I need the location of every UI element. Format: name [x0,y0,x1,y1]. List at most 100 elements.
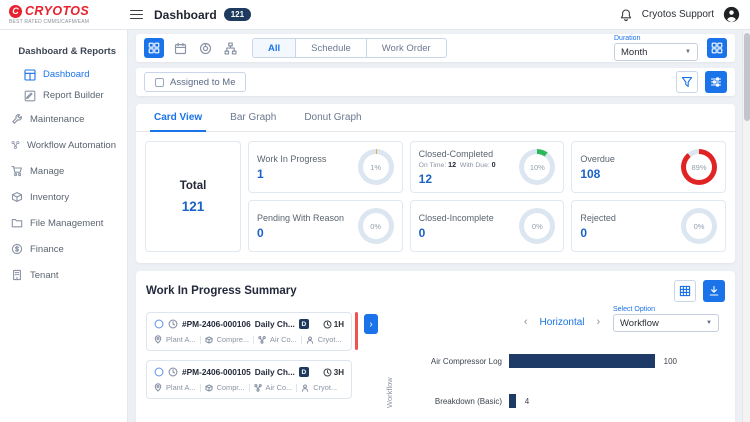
summary-cards: Total 121 Work In Progress 1 1% Closed-C… [136,132,735,263]
card-view-toggle-button[interactable] [144,38,164,58]
stat-donut: 89% [681,149,717,185]
support-link[interactable]: Cryotos Support [642,9,714,20]
donut-view-icon[interactable] [196,39,214,57]
tab-donut-graph[interactable]: Donut Graph [290,104,375,131]
team-value: Cryot... [318,335,342,344]
sidebar-item-label: Tenant [30,270,59,281]
divider [249,384,250,392]
stat-grid: Work In Progress 1 1% Closed-Completed O… [248,141,726,252]
work-order-card[interactable]: #PM-2406-000106 Daily Ch... D 1H Plant A… [146,312,352,351]
sidebar-item-label: Manage [30,166,64,177]
stat-card-pending-with-reason[interactable]: Pending With Reason 0 0% [248,200,403,252]
duration-value: 1H [323,320,344,329]
workflow-view-icon[interactable] [221,39,239,57]
divider [200,384,201,392]
logo-icon: C [9,5,22,18]
chevron-down-icon: ▼ [685,49,691,55]
stat-label: Work In Progress [257,154,326,164]
user-avatar[interactable] [723,6,740,23]
sidebar-item-label: Report Builder [43,90,104,101]
sidebar-item-label: Maintenance [30,114,84,125]
asset-value: Compr... [217,383,245,392]
chart-select-group: Select Option Workflow ▼ [613,306,719,332]
logo-text: CRYOTOS [25,4,89,18]
sidebar-item-maintenance[interactable]: Maintenance [0,106,127,132]
sidebar-item-report-builder[interactable]: Report Builder [0,85,127,106]
bar-category-label: Air Compressor Log [413,357,509,366]
workflow-branch-icon [254,384,262,392]
main-content: All Schedule Work Order Duration Month ▼… [128,30,737,422]
settings-sliders-button[interactable] [705,71,727,93]
filter-tab-all[interactable]: All [253,39,296,57]
sliders-icon [710,76,722,88]
stat-card-work-in-progress[interactable]: Work In Progress 1 1% [248,141,403,193]
bar-fill [509,394,516,408]
stat-donut: 0% [519,208,555,244]
scrollbar-thumb[interactable] [744,33,750,121]
calendar-view-icon[interactable] [171,39,189,57]
summary-panel: Card View Bar Graph Donut Graph Total 12… [136,104,735,263]
workflow-value: Air Co... [266,383,293,392]
list-scrollbar[interactable] [355,312,358,350]
filter-funnel-button[interactable] [676,71,698,93]
stat-label: Pending With Reason [257,213,344,223]
top-bar: C CRYOTOS BEST RATED CMMS/CAFM/EAM Dashb… [0,0,750,30]
stat-card-closed-completed[interactable]: Closed-Completed On Time: 12 With Due: 0… [410,141,565,193]
sidebar-item-label: Dashboard [43,69,89,80]
filter-tab-work-order[interactable]: Work Order [367,39,446,57]
chart-orientation-label: Horizontal [539,317,584,328]
stat-label: Closed-Completed [419,149,496,159]
checkbox-icon [155,78,164,87]
sidebar: Dashboard & Reports Dashboard Report Bui… [0,30,128,422]
sidebar-item-manage[interactable]: Manage [0,158,127,184]
sidebar-item-file-management[interactable]: File Management [0,210,127,236]
chevron-right-icon[interactable]: › [597,317,601,328]
duration-select-group: Duration Month ▼ [614,35,698,61]
workflow-branch-icon [258,336,266,344]
stat-subtext: On Time: 12 With Due: 0 [419,160,496,169]
sidebar-item-dashboard-reports[interactable]: Dashboard & Reports [0,38,127,64]
grid-icon [711,42,723,54]
record-count-badge: 121 [224,8,251,21]
download-button[interactable] [703,280,725,302]
sidebar-item-label: Inventory [30,192,69,203]
notifications-bell-icon[interactable] [619,8,633,22]
chevron-right-expander[interactable]: › [364,314,378,334]
apps-grid-button[interactable] [707,38,727,58]
bar-category-label: Breakdown (Basic) [413,397,509,406]
work-order-list: #PM-2406-000106 Daily Ch... D 1H Plant A… [146,312,352,399]
stat-card-closed-incomplete[interactable]: Closed-Incomplete 0 0% [410,200,565,252]
work-order-card[interactable]: #PM-2406-000105 Daily Ch... D 3H Plant A… [146,360,352,399]
download-icon [708,285,720,297]
assigned-to-me-checkbox[interactable]: Assigned to Me [144,72,246,92]
sidebar-item-dashboard[interactable]: Dashboard [0,64,127,85]
view-toolbar: All Schedule Work Order Duration Month ▼ [136,34,735,62]
table-view-button[interactable] [674,280,696,302]
sidebar-item-tenant[interactable]: Tenant [0,262,127,288]
stat-label: Rejected [580,213,616,223]
tab-card-view[interactable]: Card View [140,104,216,131]
stat-donut: 10% [519,149,555,185]
chevron-left-icon[interactable]: ‹ [524,317,528,328]
total-card[interactable]: Total 121 [145,141,241,252]
work-order-id: #PM-2406-000105 [182,367,251,377]
stat-donut: 0% [681,208,717,244]
filter-tab-schedule[interactable]: Schedule [296,39,367,57]
stat-card-rejected[interactable]: Rejected 0 0% [571,200,726,252]
stat-card-overdue[interactable]: Overdue 108 89% [571,141,726,193]
sidebar-item-finance[interactable]: Finance [0,236,127,262]
table-icon [679,285,691,297]
logo[interactable]: C CRYOTOS BEST RATED CMMS/CAFM/EAM [0,4,128,25]
chevron-down-icon: ▼ [706,320,712,326]
workflow-select[interactable]: Workflow ▼ [613,314,719,332]
bar-fill [509,354,655,368]
view-tabs: Card View Bar Graph Donut Graph [136,104,735,132]
menu-toggle-icon[interactable] [130,10,143,20]
workflow-select-value: Workflow [620,318,659,329]
tab-bar-graph[interactable]: Bar Graph [216,104,290,131]
work-order-name: Daily Ch... [255,319,295,329]
duration-select[interactable]: Month ▼ [614,43,698,61]
sidebar-item-workflow-automation[interactable]: Workflow Automation [0,132,127,158]
sidebar-item-inventory[interactable]: Inventory [0,184,127,210]
divider [253,336,254,344]
